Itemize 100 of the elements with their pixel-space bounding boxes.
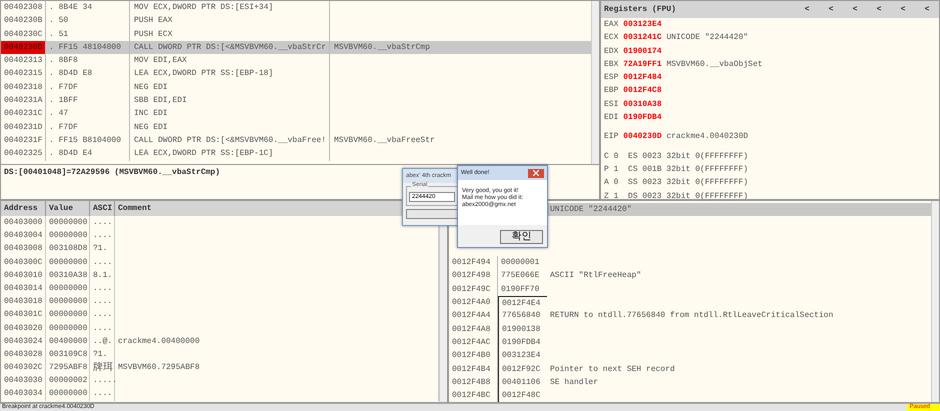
stack-row[interactable]: 0012F4A8 01900138	[449, 322, 931, 336]
ascii-text: ....	[90, 295, 115, 308]
value-text: 00000000	[46, 295, 90, 308]
stack-row[interactable]: 0012F4BC 0012F48C	[449, 389, 931, 402]
flag-text: C 0	[604, 152, 618, 161]
disassembly-row[interactable]: 0040230D . FF15 48104000 CALL DWORD PTR DS:[<&MSVBVM60.__vbaStrCr MSVBVM60.__vbaStrCmp	[1, 40, 591, 54]
instruction-text: MOV EDI,EAX	[130, 54, 330, 68]
nav-button[interactable]: <	[891, 1, 915, 18]
instruction-text: NEG EDI	[130, 120, 330, 134]
address-text: 00403018	[1, 295, 46, 308]
stack-row[interactable]: 0012F4A0 0012F4E4	[449, 296, 931, 310]
disassembly-row[interactable]: 0040231F . FF15 B8104000 CALL DWORD PTR DS:[<&MSVBVM60.__vbaFree! MSVBVM60.__vbaFreeStr	[1, 134, 591, 148]
nav-button[interactable]: <	[819, 1, 843, 18]
register-name: ESI	[604, 100, 618, 109]
address-text: 0012F494	[449, 256, 498, 270]
address-text: 0012F49C	[449, 282, 498, 296]
ascii-text: ?1.	[90, 348, 115, 362]
stack-row[interactable]: 0012F498 775E066E ASCII "RtlFreeHeap"	[449, 269, 931, 283]
address-text: 0040231F	[1, 134, 46, 148]
register-value: 01900174	[623, 46, 662, 56]
register-value: 0012F484	[623, 73, 662, 82]
column-header[interactable]: ASCI	[90, 201, 115, 216]
hex-bytes-text: . 47	[46, 107, 130, 121]
nav-button[interactable]: <	[795, 1, 819, 18]
comment-text: Pointer to next SEH record	[549, 364, 675, 376]
disassembly-row[interactable]: 0040231A . 1BFF SBB EDI,EDI	[1, 94, 591, 108]
disassembly-row[interactable]: 00402308 . 8B4E 34 MOV ECX,DWORD PTR DS:[ESI+34]	[1, 1, 591, 14]
value-text: 01900138	[498, 322, 547, 336]
disassembly-row[interactable]: 00402313 . 8BF8 MOV EDI,EAX	[1, 54, 591, 68]
segment-text: SS 0023 32bit 0(FFFFFFFF)	[628, 178, 748, 188]
ok-button[interactable]: 확인	[500, 230, 543, 244]
value-text: 7295ABF8	[46, 361, 90, 374]
register-name: EAX	[604, 20, 618, 29]
ascii-text: ....	[90, 308, 115, 322]
stack-row[interactable]: 0012F4B8 00401106 SE handler	[449, 376, 931, 390]
disassembly-row[interactable]: 0040231D . F7DF NEG EDI	[1, 120, 591, 134]
column-header[interactable]: Address	[1, 201, 46, 216]
ascii-text: ....	[90, 256, 115, 269]
address-text: 00403020	[1, 322, 46, 335]
address-text: 0040231A	[1, 94, 46, 108]
hex-bytes-text: . 50	[46, 14, 130, 28]
flag-text: A 0	[604, 178, 618, 188]
value-text: 00000000	[46, 256, 90, 269]
stack-row[interactable]: 0012F4AC 0190FDB4	[449, 336, 931, 350]
ascii-text: ..@.	[90, 334, 115, 348]
hex-bytes-text: . F7DF	[46, 80, 130, 94]
value-text: 0012F48C	[498, 389, 547, 402]
address-text: 00402318	[1, 80, 46, 94]
register-value: 0190FDB4	[623, 113, 662, 122]
value-text: 77656840	[498, 309, 547, 323]
comment-text: SE handler	[549, 376, 598, 389]
disassembly-row[interactable]: 00402318 . F7DF NEG EDI	[1, 80, 591, 94]
nav-button[interactable]: <	[843, 1, 867, 18]
segment-text: ES 0023 32bit 0(FFFFFFFF)	[628, 152, 748, 161]
nav-button[interactable]: <	[867, 1, 891, 18]
comment-text: MSVBVM60.__vbaStrCmp	[333, 42, 430, 54]
address-text: 0040230B	[1, 14, 46, 28]
stack-row[interactable]: 0012F4B4 0012F92C Pointer to next SEH record	[449, 362, 931, 376]
address-text: 0012F4A8	[449, 322, 498, 336]
scrollbar[interactable]	[931, 201, 939, 402]
stack-row[interactable]: 0012F494 00000001	[449, 256, 931, 270]
address-text: 00403034	[1, 387, 46, 401]
address-text: 0012F4BC	[449, 389, 498, 402]
nav-button[interactable]: <	[915, 1, 939, 18]
address-text: 0012F4B0	[449, 349, 498, 363]
instruction-text: PUSH EAX	[130, 14, 330, 28]
comment-text: MSVBVM60.__vbaFreeStr	[333, 134, 435, 147]
scrollbar[interactable]	[591, 1, 599, 164]
column-header[interactable]: Value	[46, 201, 90, 216]
disassembly-row[interactable]: 00402315 . 8D4D E8 LEA ECX,DWORD PTR SS:[EBP-18]	[1, 67, 591, 81]
address-text: 00402308	[1, 1, 46, 14]
value-text: 0190FDB4	[498, 336, 547, 350]
disassembly-row[interactable]: 0040231C . 47 INC EDI	[1, 107, 591, 121]
stack-row[interactable]: 0012F4A4 77656840 RETURN to ntdll.77656840 from ntdll.RtlLeaveCriticalSection	[449, 309, 931, 323]
comment-text: ASCII "RtlFreeHeap"	[549, 270, 642, 282]
instruction-text: NEG EDI	[130, 80, 330, 94]
hex-bytes-text: . 8D4D E8	[46, 67, 130, 81]
value-text: 00000000	[46, 282, 90, 296]
value-text: 0012F92C	[498, 362, 547, 376]
close-button[interactable]	[528, 168, 544, 178]
address-text: 00403014	[1, 282, 46, 296]
register-name: EBP	[604, 86, 618, 96]
stack-row[interactable]: 0012F4B0 003123E4	[449, 349, 931, 363]
value-text: 003108D8	[46, 242, 90, 256]
instruction-text: INC EDI	[130, 107, 330, 121]
dialog-button[interactable]	[406, 209, 460, 219]
hex-bytes-text: . 8BF8	[46, 54, 130, 68]
value-text: 00000000	[46, 308, 90, 322]
value-text: 00000000	[46, 387, 90, 401]
address-text: 00402315	[1, 67, 46, 81]
address-text: 0040300C	[1, 256, 46, 269]
register-name: EDX	[604, 46, 618, 56]
disassembly-row[interactable]: 00402325 . 8D4D E4 LEA ECX,DWORD PTR SS:[EBP-1C]	[1, 147, 591, 161]
value-text: 00000001	[500, 257, 540, 270]
register-comment: UNICODE "2244420"	[666, 33, 748, 42]
address-text: 0040230D	[1, 40, 46, 54]
stack-row[interactable]: 0012F49C 0190FF70	[449, 282, 931, 296]
disassembly-row[interactable]: 0040230B . 50 PUSH EAX	[1, 14, 591, 28]
pane-title: Registers (FPU)	[604, 4, 678, 16]
value-text: 0190FF70	[500, 284, 540, 296]
